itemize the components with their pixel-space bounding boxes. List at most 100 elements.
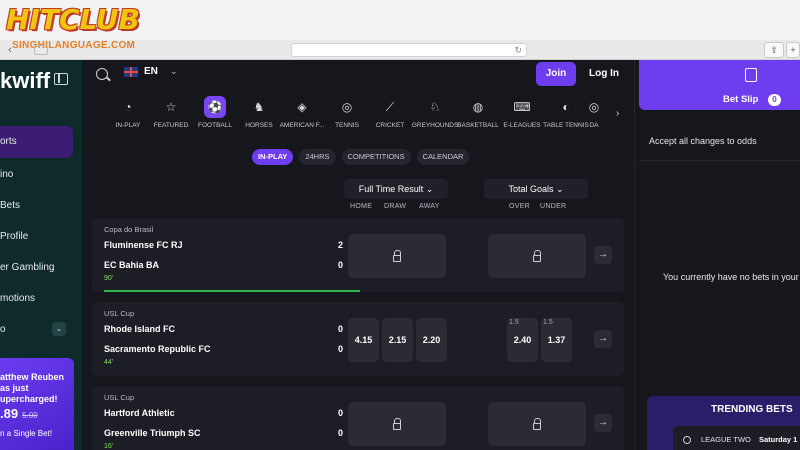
away-score: 0 [338,428,344,438]
address-input[interactable]: ↻ [291,43,527,57]
filter-in-play[interactable]: IN-PLAY [252,149,294,165]
greyhound-icon: ♘ [429,100,441,114]
trending-bets: TRENDING BETS LEAGUE TWO Saturday 1 [647,396,800,450]
home-score: 2 [338,240,344,250]
sport-label: DA [589,122,599,129]
trending-bets-title: TRENDING BETS [711,404,793,415]
sidebar-item-label: ino [0,169,14,180]
filter-24hrs[interactable]: 24HRS [299,149,336,165]
bet-count-badge: 0 [768,94,781,106]
match-card[interactable]: USL Cup Hartford Athletic Greenville Tri… [92,386,624,450]
horse-icon: ♞ [253,100,265,114]
promo-old-odds: 5.00 [22,411,38,420]
football-icon [683,436,691,444]
star-icon: ☆ [165,100,177,114]
chevron-right-icon[interactable]: › [616,108,619,119]
result-market-locked [348,402,446,446]
tennis-icon: ◎ [341,100,353,114]
competition-label: USL Cup [104,393,135,402]
total-goals-dropdown[interactable]: Total Goals ⌄ [484,179,588,199]
trending-league: LEAGUE TWO [701,435,751,444]
arrow-right-icon[interactable]: → [594,414,612,432]
language-selector[interactable]: EN [124,66,158,77]
home-team: Fluminense FC RJ [104,240,183,250]
match-time: 44' [104,359,114,366]
goal-line-over: 1.5 [509,319,519,326]
collapse-sidebar-icon[interactable] [54,73,68,85]
competition-label: USL Cup [104,309,135,318]
chevron-down-icon[interactable]: ⌄ [170,66,178,77]
darts-icon: ◎ [588,100,600,114]
sidebar-item-promotions[interactable]: motions [0,283,73,315]
back-icon[interactable]: ‹ [2,43,18,57]
football-icon: ⚽ [204,96,226,118]
stopwatch-icon: ◔ [124,100,132,114]
share-icon[interactable]: ⇪ [764,42,784,58]
goals-market-locked [488,402,586,446]
login-button[interactable]: Log In [582,62,626,86]
goal-line-under: 1.5 [543,319,553,326]
search-icon[interactable] [96,68,108,80]
filter-calendar[interactable]: CALENDAR [416,149,470,165]
lock-icon [533,418,541,430]
match-time: 16' [104,443,114,450]
bet-slip-panel: Bet Slip 0 Accept all changes to odds Yo… [634,60,800,450]
sidebar-item-my-bets[interactable]: Bets [0,190,73,222]
arrow-right-icon[interactable]: → [594,330,612,348]
sidebar-item-casino[interactable]: ino [0,159,73,191]
sidebar-toggle-icon[interactable] [34,45,48,55]
browser-url-bar: SINGHILANGUAGE.COM ‹ ↻ ⇪ + [0,40,800,60]
chevron-down-icon: ⌄ [556,184,564,194]
sidebar-item-label: er Gambling [0,262,55,273]
full-time-result-dropdown[interactable]: Full Time Result ⌄ [344,179,448,199]
new-tab-icon[interactable]: + [786,42,800,58]
sports-nav: ◔ IN-PLAY ☆ FEATURED ⚽ FOOTBALL ♞ HORSES ◈ AM… [110,96,620,136]
trending-bet-card[interactable]: LEAGUE TWO Saturday 1 [673,426,800,450]
away-score: 0 [338,260,344,270]
match-card[interactable]: Copa do Brasil Fluminense FC RJ EC Bahia… [92,218,624,292]
promo-banner[interactable]: atthew Reuben as just upercharged! .89 5.… [0,358,74,450]
match-card[interactable]: USL Cup Rhode Island FC Sacramento Repub… [92,302,624,376]
away-score: 0 [338,344,344,354]
odds-away-button[interactable]: 2.20 [416,318,447,362]
goals-market-locked [488,234,586,278]
result-market-locked [348,234,446,278]
away-team: Greenville Triumph SC [104,428,201,438]
sidebar-item-sports[interactable]: orts [0,126,73,158]
left-sidebar: kwiff orts ino Bets Profile er Gambling … [0,60,82,450]
empty-bet-slip-message: You currently have no bets in your [663,272,799,282]
filter-competitions[interactable]: COMPETITIONS [341,149,411,165]
col-over: OVER [509,203,531,210]
col-home: HOME [350,203,373,210]
chevron-down-icon[interactable]: ⌄ [52,322,66,336]
lock-icon [393,418,401,430]
odds-draw-button[interactable]: 2.15 [382,318,413,362]
lock-icon [393,250,401,262]
away-team: Sacramento Republic FC [104,344,211,354]
sidebar-item-profile[interactable]: Profile [0,221,73,253]
basketball-icon: ◍ [472,100,484,114]
col-draw: DRAW [384,203,407,210]
sport-tab-darts[interactable]: ◎ DA [580,96,608,136]
join-button[interactable]: Join [536,62,576,86]
table-tennis-icon: ◐ [562,100,570,114]
home-score: 0 [338,324,344,334]
bet-slip-header[interactable]: Bet Slip 0 [639,60,800,110]
match-time: 90' [104,275,114,282]
home-score: 0 [338,408,344,418]
odds-home-button[interactable]: 4.15 [348,318,379,362]
sidebar-item-label: orts [0,136,17,147]
gamepad-icon: ⌨ [513,100,531,114]
accept-odds-changes[interactable]: Accept all changes to odds [649,136,757,146]
col-under: UNDER [540,203,567,210]
watermark-site: SINGHILANGUAGE.COM [12,40,136,51]
arrow-right-icon[interactable]: → [594,246,612,264]
american-football-icon: ◈ [297,100,307,114]
brand-logo[interactable]: kwiff [0,68,50,94]
sidebar-item-label: Bets [0,200,21,211]
sidebar-item-safer-gambling[interactable]: er Gambling [0,252,73,284]
receipt-icon [745,68,757,82]
promo-text: atthew Reuben as just upercharged! [0,372,65,404]
reload-icon[interactable]: ↻ [514,45,522,55]
promo-link: n a Single Bet! [0,429,53,438]
